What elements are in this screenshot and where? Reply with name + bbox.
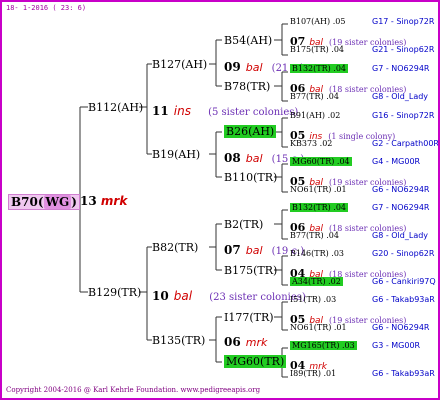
root-id: B70 xyxy=(11,195,38,209)
gen3-5: B2(TR) xyxy=(224,218,264,231)
leaf-1-bottom-id: B77(TR) .04 xyxy=(290,92,339,101)
leaf-6-top: I51(TR) .03 xyxy=(290,296,336,304)
leaf-3-bottom: NO61(TR) .01 xyxy=(290,186,347,194)
right-a-num: 07 xyxy=(224,243,241,257)
gen2-left-a: B127(AH) xyxy=(152,58,208,71)
leaf-5-bottom-id: A34(TR) .02 xyxy=(290,277,343,286)
leaf-0-bottom-breeder: G21 - Sinop62R xyxy=(372,45,435,54)
leaf-3-bottom-id: NO61(TR) .01 xyxy=(290,185,347,194)
leaf-5-top-id: B146(TR) .03 xyxy=(290,249,345,258)
left-b-num: 08 xyxy=(224,151,241,165)
right-b-tag: mrk xyxy=(245,336,268,349)
gen3-3-label: B26(AH) xyxy=(224,125,277,138)
leaf-6-top-id: I51(TR) .03 xyxy=(290,295,337,304)
leaf-4-top: B132(TR) .04 xyxy=(290,203,349,212)
leaf-2-bottom-id: KB373 .02 xyxy=(290,139,333,148)
root-queen: B70(WG) xyxy=(8,194,80,210)
root-paren-close: ) xyxy=(71,195,77,209)
gen2-right-a: B82(TR) xyxy=(152,241,199,254)
leaf-7-bottom: I89(TR) .01 xyxy=(290,370,336,378)
right-mating-label: 10 bal (23 sister colonies) xyxy=(152,287,306,303)
leaf-2-bottom: KB373 .02 xyxy=(290,140,332,148)
gen1-tag: mrk xyxy=(100,194,128,208)
gen3-4: B110(TR) xyxy=(224,171,278,184)
leaf-3-top-breeder: G4 - MG00R xyxy=(372,157,421,166)
pedigree-frame: 18- 1-2016 ( 23: 6) B70(WG) 13 mrk B112(… xyxy=(0,0,440,400)
leaf-0-top: B107(AH) .05 xyxy=(290,18,345,26)
gen2-right-b: B135(TR) xyxy=(152,334,206,347)
left-a-num: 09 xyxy=(224,60,241,74)
gen3-1: B54(AH) xyxy=(224,34,273,47)
leaf-3-top: MG60(TR) .04 xyxy=(290,157,352,166)
gen2-left-b: B19(AH) xyxy=(152,148,201,161)
leaf-7-top-breeder: G3 - MG00R xyxy=(372,341,421,350)
left-tag: ins xyxy=(173,104,191,118)
leaf-0-bottom-id: B175(TR) .04 xyxy=(290,45,345,54)
leaf-7-top-id: MG165(TR) .03 xyxy=(290,341,357,350)
left-b-tag: bal xyxy=(245,152,263,165)
leaf-1-top-id: B132(TR) .04 xyxy=(290,64,349,73)
right-b-num: 06 xyxy=(224,335,241,349)
root-paren-open: ( xyxy=(37,195,44,209)
leaf-5-top-breeder: G20 - Sinop62R xyxy=(372,249,435,258)
left-mating-label: 11 ins (5 sister colonies) xyxy=(152,102,298,118)
leaf-5-top: B146(TR) .03 xyxy=(290,250,344,258)
leaf-3-top-id: MG60(TR) .04 xyxy=(290,157,352,166)
leaf-7-top: MG165(TR) .03 xyxy=(290,341,357,350)
gen3-7: I177(TR) xyxy=(224,311,274,324)
gen3-2: B78(TR) xyxy=(224,80,271,93)
gen3-3: B26(AH) xyxy=(224,125,277,138)
leaf-1-top-breeder: G7 - NO6294R xyxy=(372,64,430,73)
leaf-4-top-breeder: G7 - NO6294R xyxy=(372,203,430,212)
leaf-4-bottom-breeder: G8 - Old_Lady xyxy=(372,231,429,240)
gen1-num: 13 xyxy=(80,194,97,208)
leaf-3-bottom-breeder: G6 - NO6294R xyxy=(372,185,430,194)
gen1-label: 13 mrk xyxy=(80,195,127,207)
leaf-5-bottom-breeder: G6 - Cankiri97Q xyxy=(372,277,436,286)
footer-copyright: Copyright 2004-2016 @ Karl Kehrle Founda… xyxy=(6,386,261,394)
gen3-8: MG60(TR) xyxy=(224,355,287,368)
leaf-4-bottom: B77(TR) .04 xyxy=(290,232,339,240)
right-tag: bal xyxy=(173,289,193,303)
leaf-6-bottom: NO61(TR) .01 xyxy=(290,324,347,332)
right-b-mating: 06 mrk xyxy=(224,333,267,349)
left-num: 11 xyxy=(152,104,169,118)
header-timestamp: 18- 1-2016 ( 23: 6) xyxy=(6,4,87,12)
leaf-1-bottom: B77(TR) .04 xyxy=(290,93,339,101)
leaf-2-bottom-breeder: G2 - Carpath00R xyxy=(372,139,439,148)
leaf-0-bottom: B175(TR) .04 xyxy=(290,46,344,54)
leaf-4-top-id: B132(TR) .04 xyxy=(290,203,349,212)
gen1-mother-left: B112(AH) xyxy=(88,101,144,114)
leaf-1-bottom-breeder: G8 - Old_Lady xyxy=(372,92,429,101)
gen3-8-label: MG60(TR) xyxy=(224,355,287,368)
right-a-tag: bal xyxy=(245,244,263,257)
leaf-2-top-id: B91(AH) .02 xyxy=(290,111,341,120)
leaf-4-bottom-id: B77(TR) .04 xyxy=(290,231,339,240)
leaf-6-bottom-breeder: G6 - NO6294R xyxy=(372,323,430,332)
leaf-5-bottom: A34(TR) .02 xyxy=(290,277,343,286)
right-num: 10 xyxy=(152,289,169,303)
leaf-2-top-breeder: G16 - Sinop72R xyxy=(372,111,435,120)
leaf-7-bottom-breeder: G6 - Takab93aR xyxy=(372,369,435,378)
leaf-6-top-breeder: G6 - Takab93aR xyxy=(372,295,435,304)
left-a-tag: bal xyxy=(245,61,263,74)
gen3-6: B175(TR) xyxy=(224,264,278,277)
left-sisters: (5 sister colonies) xyxy=(208,107,299,118)
leaf-0-top-id: B107(AH) .05 xyxy=(290,17,346,26)
leaf-0-top-breeder: G17 - Sinop72R xyxy=(372,17,435,26)
leaf-1-top: B132(TR) .04 xyxy=(290,64,349,73)
gen1-mother-right: B129(TR) xyxy=(88,286,142,299)
leaf-6-bottom-id: NO61(TR) .01 xyxy=(290,323,347,332)
leaf-2-top: B91(AH) .02 xyxy=(290,112,340,120)
root-tag: WG xyxy=(43,195,72,209)
leaf-7-bottom-id: I89(TR) .01 xyxy=(290,369,337,378)
